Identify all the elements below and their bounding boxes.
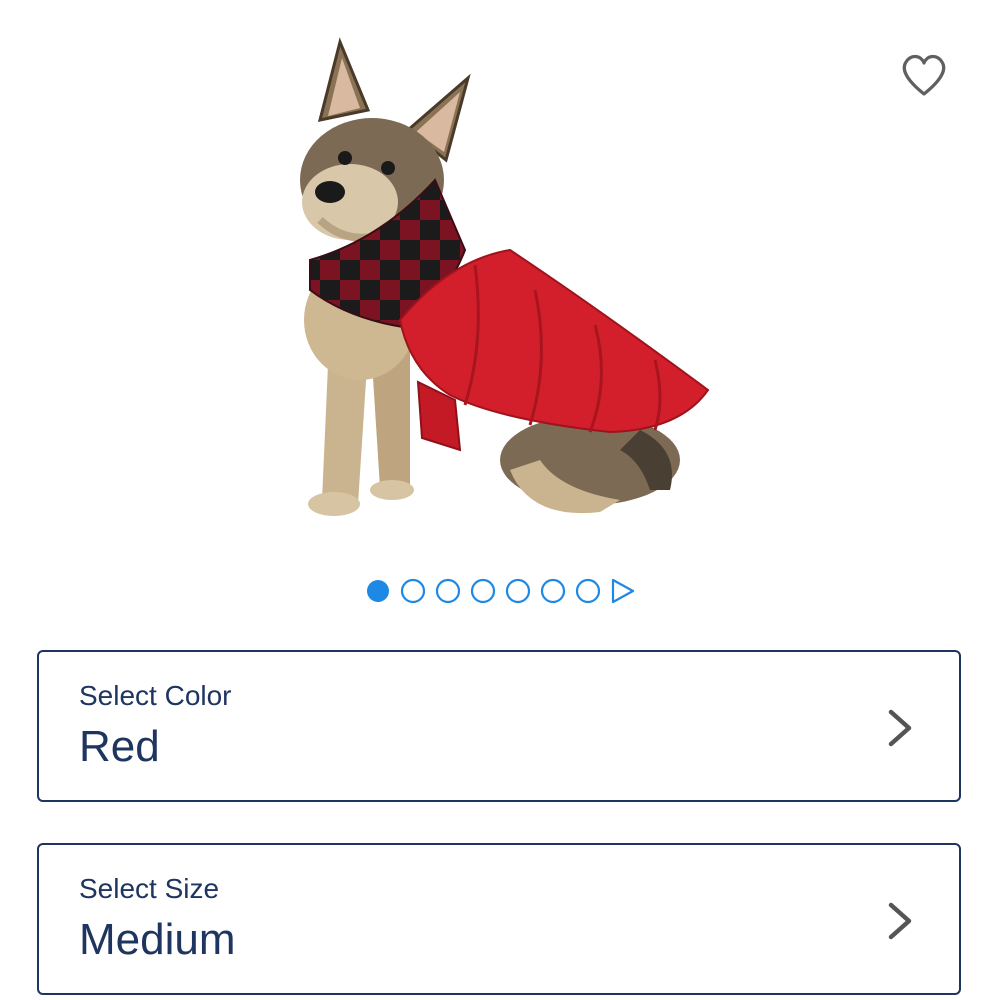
- product-image[interactable]: [260, 20, 740, 540]
- chevron-right-icon: [888, 902, 912, 940]
- product-detail-page: Select Color Red Select Size Medium: [0, 0, 1000, 1000]
- select-size-label: Select Size: [79, 873, 220, 904]
- carousel-dots: [367, 578, 635, 604]
- carousel-dot[interactable]: [540, 578, 566, 604]
- image-carousel-pagination: [360, 572, 650, 610]
- carousel-dot[interactable]: [400, 578, 426, 604]
- selected-color-value: Red: [79, 722, 160, 771]
- carousel-dot-active[interactable]: [367, 580, 389, 602]
- heart-outline-icon: [902, 54, 946, 96]
- play-triangle-icon[interactable]: [611, 578, 635, 604]
- selected-size-value: Medium: [79, 915, 236, 964]
- select-size-button[interactable]: Select Size Medium: [37, 843, 961, 995]
- favorite-button[interactable]: [896, 50, 952, 100]
- chevron-right-icon: [888, 709, 912, 747]
- carousel-dot[interactable]: [505, 578, 531, 604]
- carousel-dot[interactable]: [575, 578, 601, 604]
- select-color-button[interactable]: Select Color Red: [37, 650, 961, 802]
- select-color-label: Select Color: [79, 680, 232, 711]
- carousel-dot[interactable]: [470, 578, 496, 604]
- carousel-dot[interactable]: [435, 578, 461, 604]
- dog-coat-illustration: [300, 37, 710, 516]
